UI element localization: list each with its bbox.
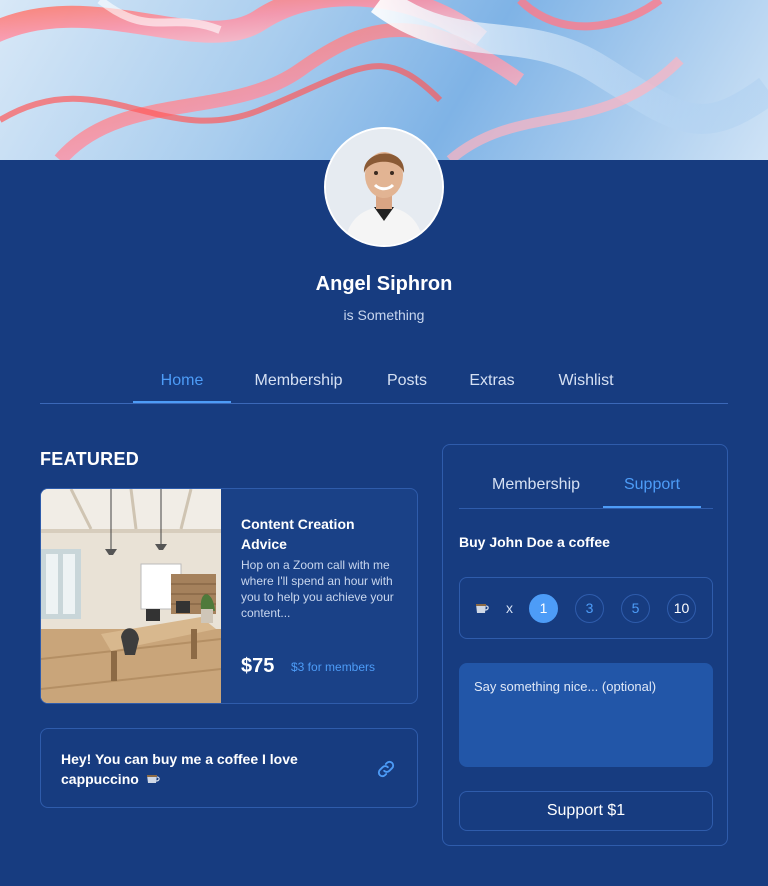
- tab-extras[interactable]: Extras: [462, 360, 522, 403]
- support-panel-tabs: Membership Support: [459, 465, 713, 509]
- avatar-portrait: [326, 129, 442, 245]
- tab-wishlist[interactable]: Wishlist: [550, 360, 622, 403]
- card-member-price: $3 for members: [291, 660, 376, 674]
- coffee-cup-icon: [476, 604, 489, 613]
- coffee-note: Hey! You can buy me a coffee I love capp…: [40, 728, 418, 808]
- support-title: Buy John Doe a coffee: [459, 534, 610, 550]
- note-label: Hey! You can buy me a coffee I love capp…: [61, 751, 298, 787]
- profile-name: Angel Siphron: [315, 273, 453, 295]
- quantity-option-3[interactable]: 3: [575, 594, 604, 623]
- tab-home[interactable]: Home: [133, 360, 231, 403]
- support-button[interactable]: Support $1: [459, 791, 713, 831]
- quantity-selector: x 1 3 5 10: [459, 577, 713, 639]
- featured-card[interactable]: Content Creation Advice Hop on a Zoom ca…: [40, 488, 418, 704]
- multiplier-sign: x: [506, 600, 513, 616]
- support-panel: Membership Support Buy John Doe a coffee…: [442, 444, 728, 846]
- quantity-option-5[interactable]: 5: [621, 594, 650, 623]
- coffee-cup-icon: [146, 775, 160, 783]
- office-image: [41, 489, 221, 703]
- support-message-input[interactable]: [459, 663, 713, 767]
- link-icon[interactable]: [375, 758, 397, 780]
- card-description: Hop on a Zoom call with me where I'll sp…: [241, 558, 394, 620]
- profile-nav: Home Membership Posts Extras Wishlist: [40, 360, 728, 404]
- tab-membership[interactable]: Membership: [246, 360, 351, 403]
- quantity-option-10[interactable]: 10: [667, 594, 696, 623]
- card-price: $75: [241, 655, 275, 677]
- panel-tab-support[interactable]: Support: [603, 465, 701, 508]
- profile-tagline: is Something: [343, 307, 425, 323]
- note-text: Hey! You can buy me a coffee I love capp…: [61, 749, 351, 789]
- tab-posts[interactable]: Posts: [378, 360, 436, 403]
- panel-tab-membership[interactable]: Membership: [476, 465, 596, 508]
- quantity-option-1[interactable]: 1: [529, 594, 558, 623]
- card-title: Content Creation Advice: [241, 516, 355, 552]
- avatar: [324, 127, 444, 247]
- featured-heading: FEATURED: [40, 449, 140, 469]
